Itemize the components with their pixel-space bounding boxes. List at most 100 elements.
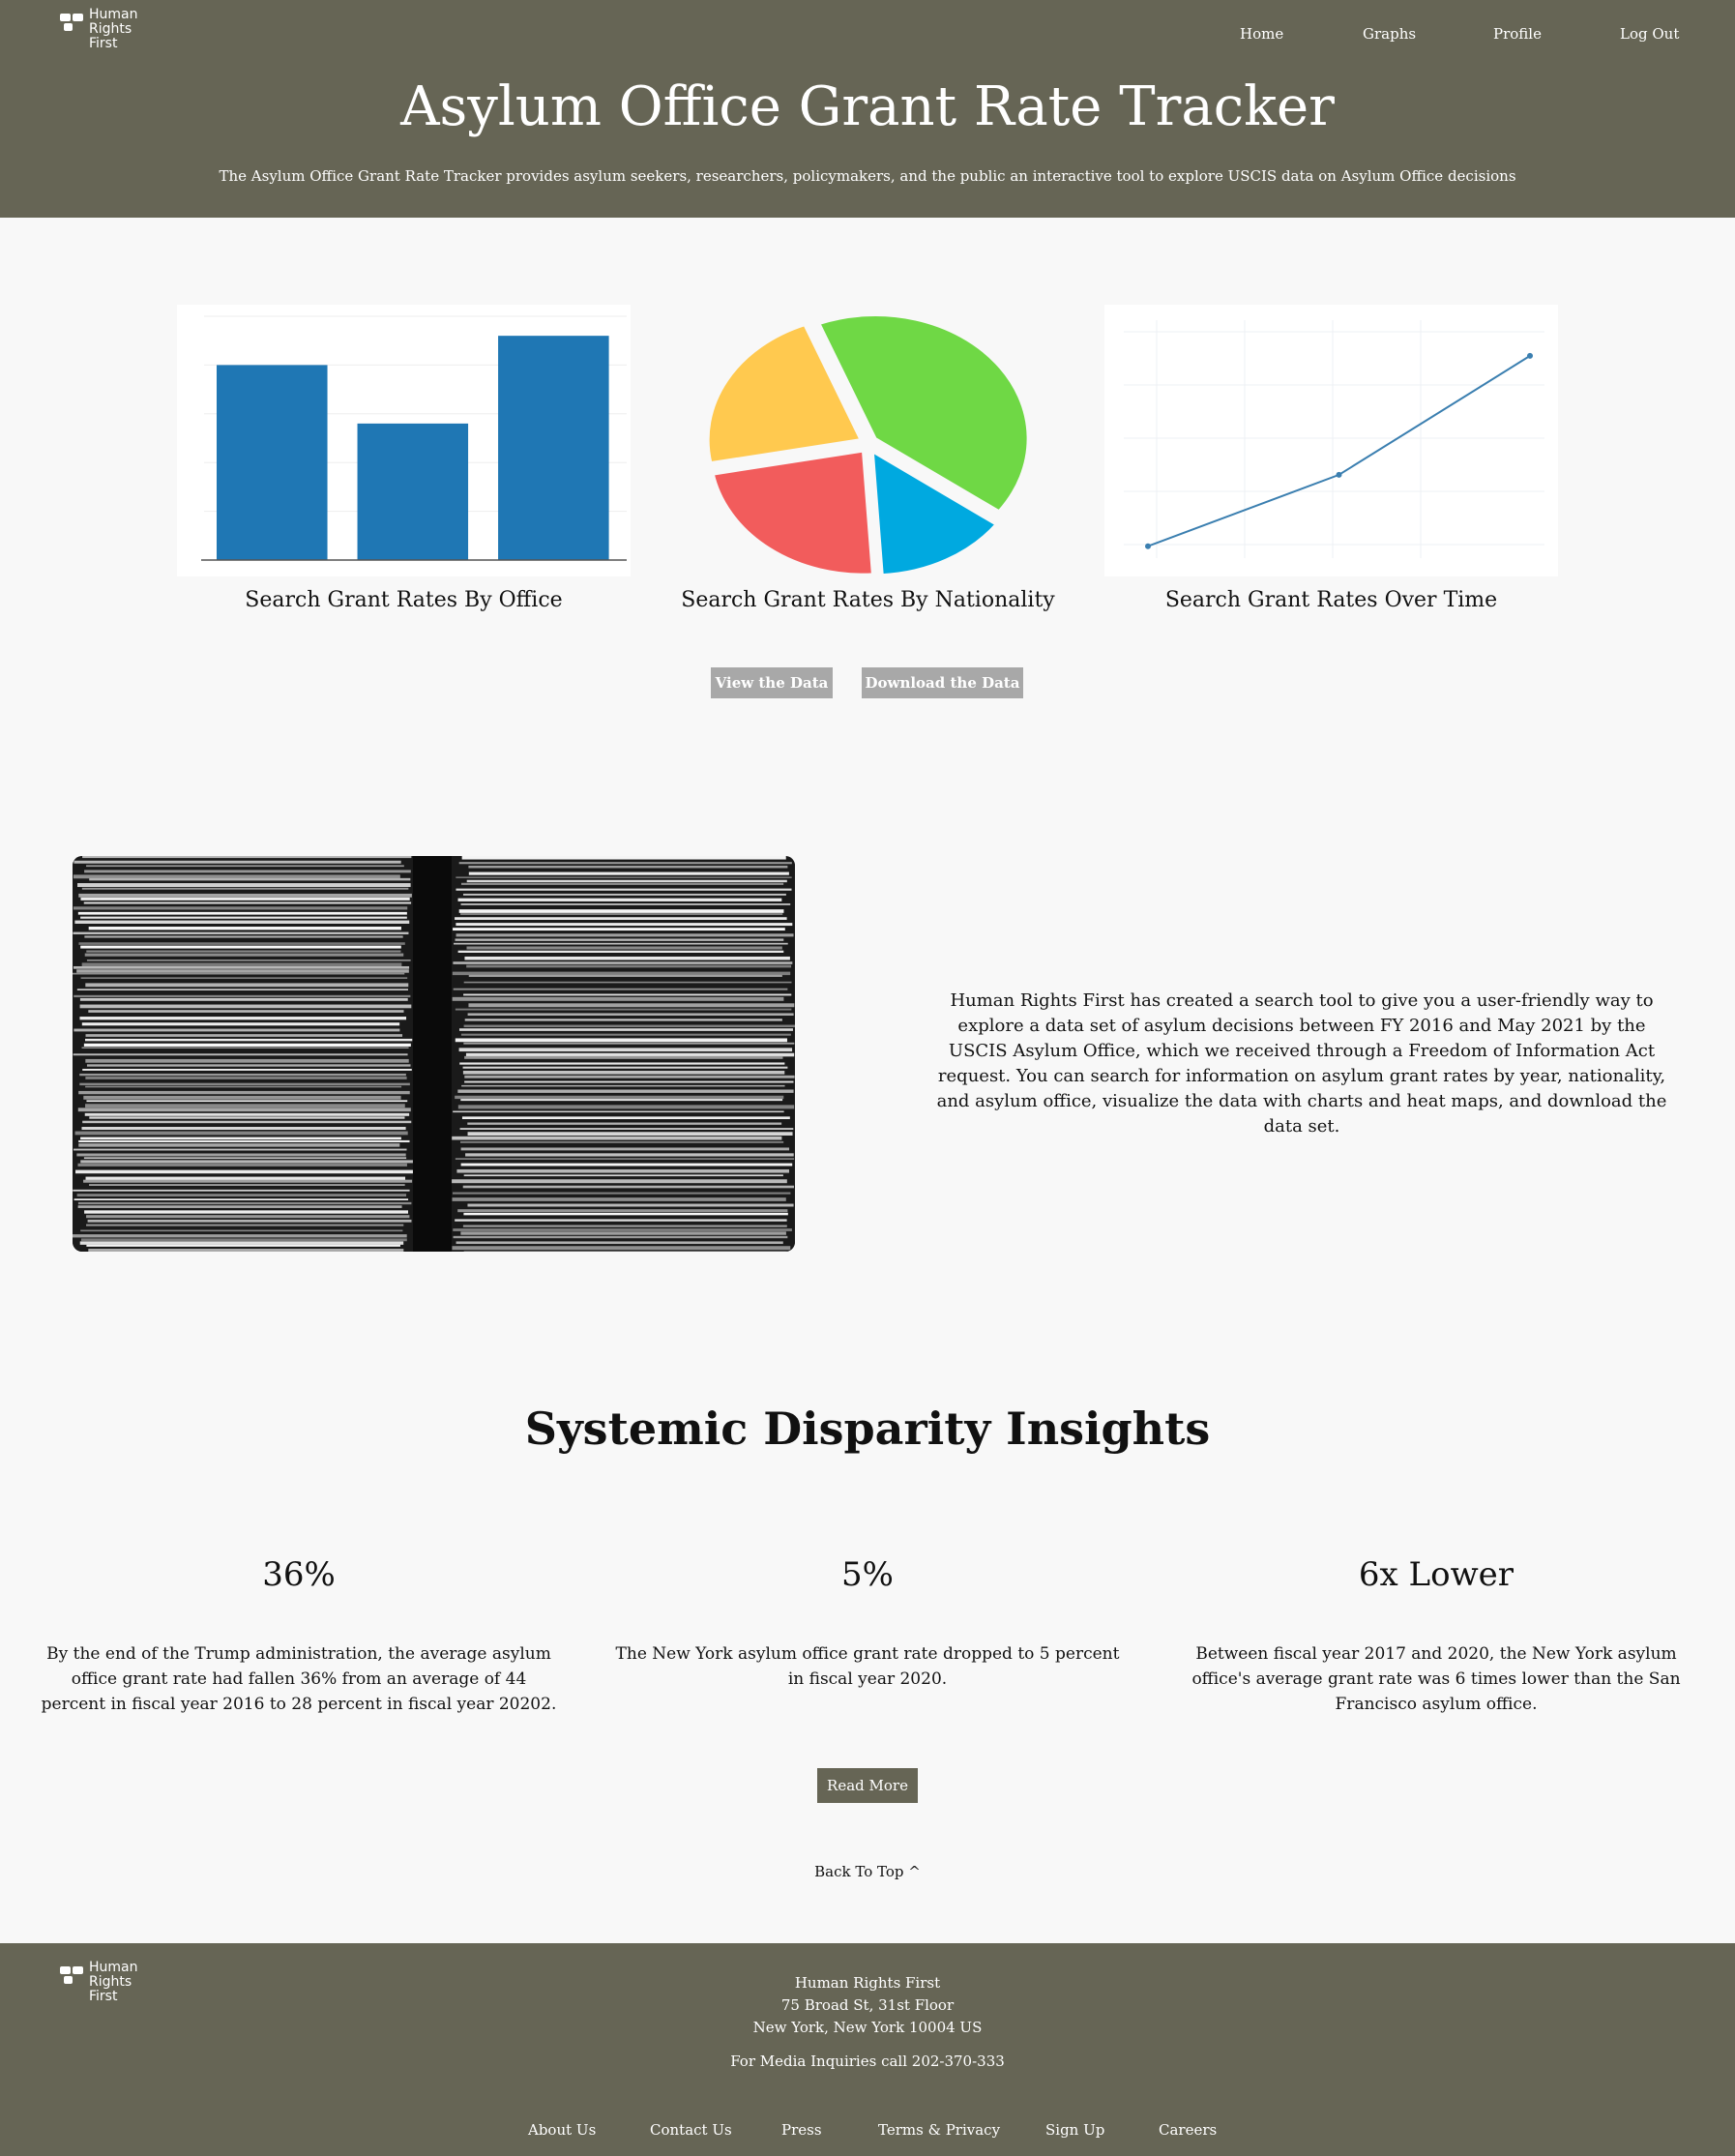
paper-sheet [459, 1140, 784, 1143]
nationality-chart-card[interactable] [641, 305, 1095, 577]
bar-chart [201, 315, 627, 561]
paper-sheet [79, 1004, 412, 1009]
paper-sheet [82, 1120, 412, 1124]
footer-address: Human Rights First 75 Broad St, 31st Flo… [0, 1972, 1735, 2039]
paper-sheet [455, 1158, 795, 1160]
footer-link-press[interactable]: Press [781, 2121, 822, 2139]
paper-sheet [455, 938, 784, 941]
insight-text-1: By the end of the Trump administration, … [41, 1644, 557, 1714]
office-chart-label[interactable]: Search Grant Rates By Office [177, 588, 631, 612]
paper-sheet [456, 1241, 783, 1245]
paper-sheet [89, 877, 411, 881]
paper-sheet [458, 1028, 793, 1031]
paper-sheet [455, 1219, 787, 1222]
paper-sheet [462, 893, 786, 896]
paper-sheet [83, 1043, 411, 1047]
paper-sheet [85, 1058, 409, 1063]
paper-sheet [73, 965, 410, 969]
footer-org: Human Rights First [794, 1974, 941, 1992]
paper-sheet [460, 882, 784, 885]
paper-sheet [462, 1225, 787, 1227]
paper-sheet [460, 1163, 793, 1167]
paper-sheet [83, 1179, 413, 1183]
logo-mark-icon [60, 12, 85, 35]
line-point-1 [1145, 543, 1151, 549]
paper-sheet [82, 1068, 412, 1071]
paper-sheet [464, 1019, 782, 1021]
nav-home[interactable]: Home [1240, 25, 1283, 43]
paper-sheet [79, 1082, 410, 1086]
paper-sheet [73, 1189, 410, 1192]
bar-1 [217, 365, 328, 560]
paper-sheet [80, 945, 401, 949]
paper-sheet [462, 1066, 788, 1069]
logo-text: Human Rights First [89, 7, 138, 51]
paper-sheet [463, 1024, 795, 1027]
paper-sheet [460, 913, 783, 915]
paper-sheet [82, 856, 412, 859]
paper-sheet [81, 1022, 400, 1026]
footer-link-terms[interactable]: Terms & Privacy [878, 2121, 1000, 2139]
paper-sheet [467, 1132, 793, 1136]
paper-sheet [77, 1205, 402, 1208]
paper-sheet [463, 993, 792, 996]
paper-sheet [452, 971, 791, 976]
paper-sheet [464, 1075, 795, 1078]
site-footer: Human Rights First Human Rights First 75… [0, 1943, 1735, 2156]
paper-sheet [76, 989, 408, 990]
bar-3 [498, 336, 609, 560]
paper-sheet [73, 874, 400, 879]
paper-sheet [461, 856, 786, 860]
paper-sheet [80, 897, 410, 901]
footer-link-signup[interactable]: Sign Up [1045, 2121, 1104, 2139]
paper-sheet [73, 1234, 407, 1238]
time-chart-card[interactable] [1104, 305, 1558, 576]
paper-sheet [452, 1197, 786, 1201]
insight-stat-2: 5% [841, 1555, 894, 1594]
footer-link-contact[interactable]: Contact Us [650, 2121, 732, 2139]
file-stacks-illustration [73, 856, 795, 1252]
nav-logout[interactable]: Log Out [1620, 25, 1679, 43]
paper-sheet [73, 931, 409, 934]
paper-sheet [459, 1128, 794, 1130]
download-data-button[interactable]: Download the Data [862, 667, 1023, 698]
paper-sheet [463, 981, 792, 984]
paper-sheet [459, 1062, 785, 1065]
paper-sheet [453, 988, 788, 990]
paper-sheet [78, 1143, 400, 1147]
nav-graphs[interactable]: Graphs [1363, 25, 1416, 43]
paper-sheet [78, 942, 405, 945]
paper-sheet [86, 1064, 411, 1067]
paper-sheet [86, 960, 411, 961]
view-data-button[interactable]: View the Data [711, 667, 833, 698]
paper-sheet [74, 860, 401, 864]
time-chart-label[interactable]: Search Grant Rates Over Time [1104, 588, 1558, 612]
pie-slice-3 [711, 449, 875, 576]
paper-sheet [89, 1184, 405, 1187]
paper-sheet [81, 887, 409, 890]
office-chart-card[interactable] [177, 305, 631, 576]
paper-sheet [76, 969, 409, 973]
paper-sheet [86, 1224, 404, 1226]
paper-sheet [79, 997, 408, 1001]
paper-sheet [466, 946, 782, 950]
footer-link-about[interactable]: About Us [528, 2121, 596, 2139]
pie-chart [706, 313, 1030, 577]
paper-sheet [83, 1095, 401, 1100]
paper-sheet [85, 983, 409, 988]
paper-sheet [462, 1071, 785, 1075]
paper-sheet [452, 1179, 787, 1184]
paper-sheet [79, 1073, 406, 1077]
nav-profile[interactable]: Profile [1493, 25, 1542, 43]
nationality-chart-label[interactable]: Search Grant Rates By Nationality [641, 588, 1095, 612]
about-text: Human Rights First has created a search … [936, 990, 1667, 1137]
paper-sheet [456, 923, 793, 927]
paper-sheet [80, 1238, 407, 1242]
logo[interactable]: Human Rights First [60, 8, 138, 51]
paper-sheet [468, 865, 788, 869]
read-more-button[interactable]: Read More [817, 1768, 918, 1803]
back-to-top-link[interactable]: Back To Top ^ [0, 1863, 1735, 1880]
paper-sheet [464, 956, 790, 960]
paper-sheet [83, 901, 412, 904]
footer-link-careers[interactable]: Careers [1159, 2121, 1217, 2139]
